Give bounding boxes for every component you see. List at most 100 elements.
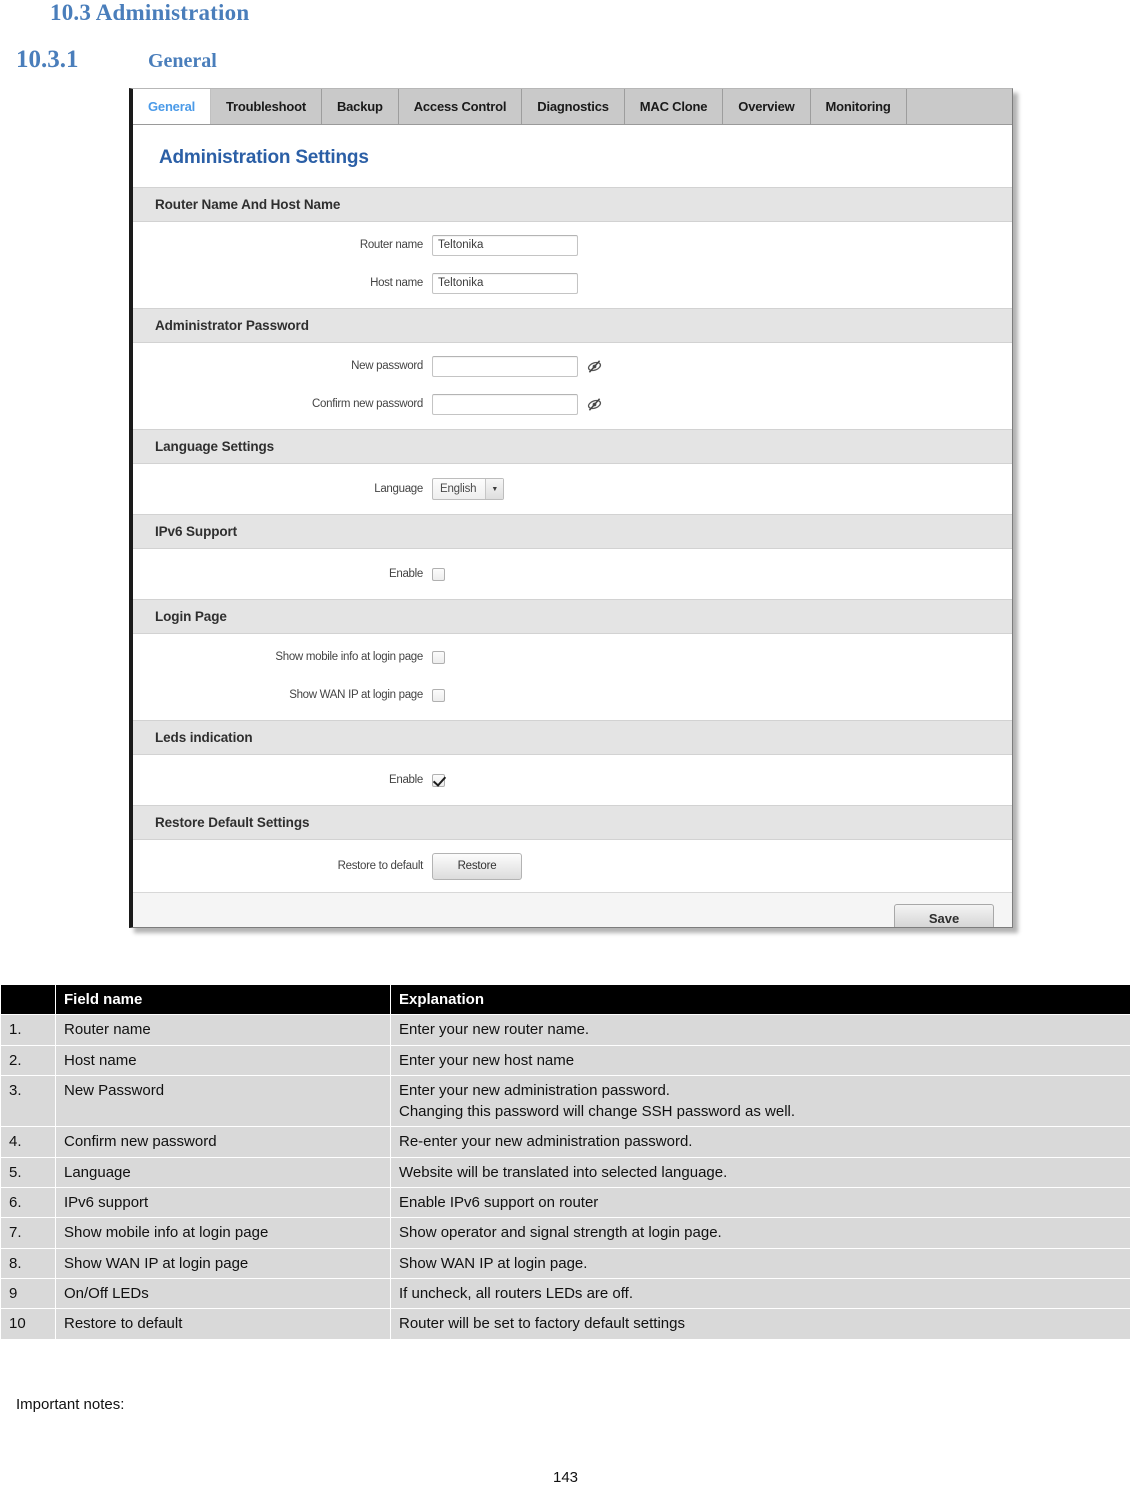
tab-mac-clone[interactable]: MAC Clone	[624, 89, 724, 124]
table-header-explanation: Explanation	[390, 983, 1131, 1016]
table-cell-field-name: Restore to default	[55, 1308, 391, 1340]
table-cell-explanation: If uncheck, all routers LEDs are off.	[390, 1277, 1131, 1310]
eye-slash-icon[interactable]	[586, 358, 603, 375]
language-select[interactable]: English ▼	[432, 478, 505, 500]
table-cell-field-name: Host name	[55, 1044, 391, 1076]
section-header-leds: Leds indication	[133, 720, 1012, 755]
router-name-label: Router name	[359, 239, 423, 251]
table-cell-index: 7.	[0, 1217, 56, 1249]
table-row: 7. Show mobile info at login page Show ope…	[0, 1217, 1131, 1249]
tab-general-label: General	[148, 99, 196, 114]
tab-access-control-label: Access Control	[413, 99, 507, 114]
tab-overview-label: Overview	[738, 99, 795, 114]
field-row-show-mobile-info: Show mobile info at login page	[133, 638, 1012, 676]
table-cell-field-name: Show WAN IP at login page	[55, 1247, 391, 1279]
table-cell-index: 1.	[0, 1014, 56, 1046]
section-body-ipv6: Enable	[133, 555, 1012, 593]
field-row-leds-enable: Enable	[133, 761, 1012, 799]
table-cell-index: 3.	[0, 1074, 56, 1128]
table-cell-explanation: Website will be translated into selected…	[390, 1156, 1131, 1189]
table-body: 1. Router name Enter your new router name.…	[0, 1014, 1131, 1340]
important-notes-label: Important notes:	[16, 1396, 125, 1413]
section-body-login-page: Show mobile info at login page Show WAN …	[133, 638, 1012, 720]
table-header-row: Field name Explanation	[0, 983, 1131, 1016]
table-cell-field-name: Language	[55, 1156, 391, 1189]
eye-slash-icon-confirm[interactable]	[586, 396, 603, 413]
tab-troubleshoot[interactable]: Troubleshoot	[211, 89, 322, 124]
table-cell-index: 4.	[0, 1126, 56, 1158]
table-row: 10 Restore to default Router will be set t…	[0, 1308, 1131, 1340]
tab-monitoring[interactable]: Monitoring	[810, 89, 907, 124]
new-password-input[interactable]	[432, 355, 578, 377]
table-cell-field-name: New Password	[55, 1074, 391, 1128]
tab-monitoring-label: Monitoring	[825, 99, 891, 114]
admin-settings-body: Administration Settings Router Name And …	[133, 125, 1012, 927]
save-button[interactable]: Save	[894, 903, 994, 927]
new-password-label: New password	[351, 360, 423, 372]
field-row-show-wan-ip: Show WAN IP at login page	[133, 676, 1012, 714]
tab-overview[interactable]: Overview	[723, 89, 811, 124]
table-cell-field-name: IPv6 support	[55, 1187, 391, 1219]
confirm-password-input[interactable]	[432, 393, 578, 415]
restore-to-default-label: Restore to default	[337, 860, 424, 872]
table-header-index	[0, 983, 56, 1016]
table-row: 8. Show WAN IP at login page Show WAN IP a…	[0, 1247, 1131, 1279]
subsection-title: General	[148, 50, 217, 72]
table-cell-index: 9	[0, 1277, 56, 1310]
tab-diagnostics-label: Diagnostics	[537, 99, 609, 114]
section-header-admin-password: Administrator Password	[133, 308, 1012, 343]
ipv6-enable-checkbox[interactable]	[432, 567, 445, 581]
field-explanation-table: Field name Explanation 1. Router name Ente…	[0, 983, 1131, 1340]
section-body-leds: Enable	[133, 761, 1012, 799]
confirm-password-label: Confirm new password	[312, 398, 423, 410]
language-label: Language	[374, 483, 423, 495]
tab-backup[interactable]: Backup	[321, 89, 399, 124]
table-cell-index: 10	[0, 1308, 56, 1340]
section-header-restore: Restore Default Settings	[133, 805, 1012, 840]
section-header-router-host: Router Name And Host Name	[133, 187, 1012, 222]
table-cell-index: 8.	[0, 1247, 56, 1279]
table-row: 2. Host name Enter your new host name	[0, 1044, 1131, 1076]
table-row: 1. Router name Enter your new router name.	[0, 1014, 1131, 1046]
table-cell-index: 6.	[0, 1187, 56, 1219]
tab-bar: General Troubleshoot Backup Access Contr…	[133, 89, 1012, 125]
field-row-language: Language English ▼	[133, 470, 1012, 508]
panel-title: Administration Settings	[159, 147, 369, 168]
form-footer: Save	[133, 892, 1012, 927]
section-body-admin-password: New password Confirm new password	[133, 347, 1012, 429]
section-header-ipv6: IPv6 Support	[133, 514, 1012, 549]
tab-bar-filler	[906, 89, 1012, 124]
leds-enable-label: Enable	[388, 774, 423, 786]
show-wan-ip-checkbox[interactable]	[432, 688, 445, 702]
table-cell-explanation: Show WAN IP at login page.	[390, 1247, 1131, 1279]
page-title: 10.3 Administration	[50, 0, 250, 25]
section-header-language: Language Settings	[133, 429, 1012, 464]
table-row: 9 On/Off LEDs If uncheck, all routers LEDs…	[0, 1277, 1131, 1310]
field-row-host-name: Host name	[133, 264, 1012, 302]
tab-diagnostics[interactable]: Diagnostics	[522, 89, 625, 124]
subsection-number: 10.3.1	[16, 46, 79, 73]
table-row: 6. IPv6 support Enable IPv6 support on rou…	[0, 1187, 1131, 1219]
field-row-confirm-password: Confirm new password	[133, 385, 1012, 423]
leds-enable-checkbox[interactable]	[432, 773, 445, 787]
router-name-input[interactable]	[432, 234, 578, 256]
table-row: 4. Confirm new password Re-enter your new …	[0, 1126, 1131, 1158]
tab-access-control[interactable]: Access Control	[398, 89, 523, 124]
table-row: 5. Language Website will be translated int…	[0, 1156, 1131, 1189]
restore-button[interactable]: Restore	[432, 852, 522, 880]
show-mobile-info-checkbox[interactable]	[432, 650, 445, 664]
field-row-router-name: Router name	[133, 226, 1012, 264]
table-cell-field-name: On/Off LEDs	[55, 1277, 391, 1310]
tab-general[interactable]: General	[133, 89, 212, 124]
table-cell-index: 2.	[0, 1044, 56, 1076]
host-name-input[interactable]	[432, 272, 578, 294]
table-cell-explanation: Enter your new router name.	[390, 1014, 1131, 1046]
table-cell-field-name: Router name	[55, 1014, 391, 1046]
show-mobile-info-label: Show mobile info at login page	[275, 651, 423, 663]
table-cell-explanation: Show operator and signal strength at log…	[390, 1217, 1131, 1249]
field-row-new-password: New password	[133, 347, 1012, 385]
router-admin-screenshot: General Troubleshoot Backup Access Contr…	[129, 88, 1013, 928]
table-cell-explanation: Enter your new administration password. C…	[390, 1074, 1131, 1128]
section-body-restore: Restore to default Restore	[133, 848, 1012, 884]
language-selected-value: English	[440, 483, 477, 495]
